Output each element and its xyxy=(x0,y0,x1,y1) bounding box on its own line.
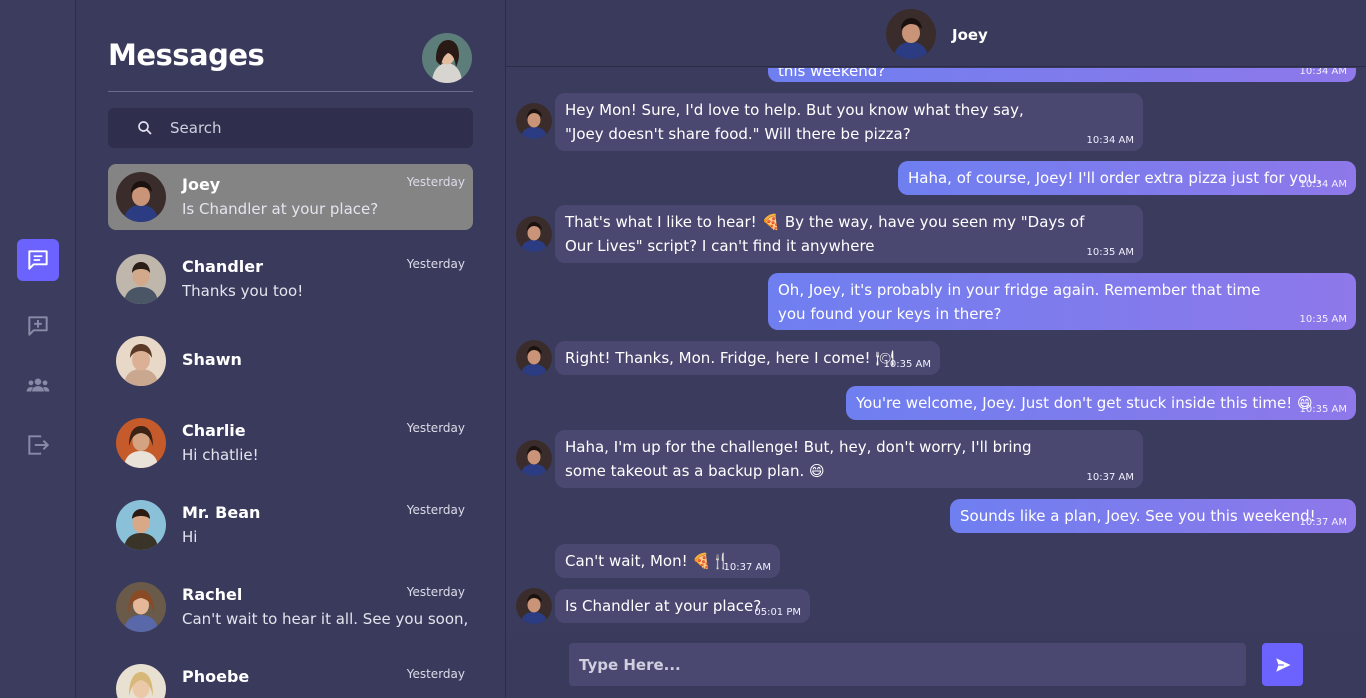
message-text: Hey Mon! Sure, I'd love to help. But you… xyxy=(565,101,1024,143)
conversation-time: Yesterday xyxy=(406,175,465,189)
divider xyxy=(108,91,473,92)
conversation-time: Yesterday xyxy=(406,585,465,599)
nav-new-chat-button[interactable] xyxy=(17,305,59,347)
message-text: You're welcome, Joey. Just don't get stu… xyxy=(856,394,1313,412)
message-time: 10:34 AM xyxy=(1299,68,1347,77)
contact-avatar[interactable] xyxy=(886,9,936,59)
search-placeholder: Search xyxy=(170,119,222,137)
message-time: 10:35 AM xyxy=(1299,404,1347,415)
message-incoming: Right! Thanks, Mon. Fridge, here I come!… xyxy=(555,341,940,375)
conversation-item-chandler[interactable]: Chandler Yesterday Thanks you too! xyxy=(108,246,473,312)
message-text: Right! Thanks, Mon. Fridge, here I come!… xyxy=(565,349,895,367)
conversation-preview: Thanks you too! xyxy=(182,282,304,300)
message-outgoing: Sounds like a plan, Joey. See you this w… xyxy=(950,499,1356,533)
message-time: 10:34 AM xyxy=(1086,135,1134,146)
avatar xyxy=(516,440,552,476)
conversation-time: Yesterday xyxy=(406,503,465,517)
message-text: Haha, of course, Joey! I'll order extra … xyxy=(908,169,1322,187)
conversation-name: Shawn xyxy=(182,350,242,369)
avatar xyxy=(116,418,166,468)
conversation-item-mr-bean[interactable]: Mr. Bean Yesterday Hi xyxy=(108,492,473,558)
search-icon xyxy=(138,121,152,135)
message-outgoing: Oh, Joey, it's probably in your fridge a… xyxy=(768,273,1356,330)
avatar xyxy=(516,103,552,139)
avatar xyxy=(516,588,552,624)
contact-name: Joey xyxy=(952,26,988,44)
group-icon xyxy=(26,378,50,392)
message-incoming: Can't wait, Mon! 🍕🍴 10:37 AM xyxy=(555,544,780,578)
message-outgoing: Haha, of course, Joey! I'll order extra … xyxy=(898,161,1356,195)
message-time: 10:35 AM xyxy=(1299,314,1347,325)
conversation-time: Yesterday xyxy=(406,257,465,271)
message-time: 10:34 AM xyxy=(1299,179,1347,190)
new-chat-icon xyxy=(28,316,48,336)
message-input[interactable]: Type Here... xyxy=(569,643,1246,686)
message-outgoing: this weekend? 10:34 AM xyxy=(768,68,1356,82)
avatar xyxy=(116,500,166,550)
message-incoming: That's what I like to hear! 🍕 By the way… xyxy=(555,205,1143,263)
message-time: 10:37 AM xyxy=(723,562,771,573)
conversation-name: Charlie xyxy=(182,421,246,440)
message-outgoing: You're welcome, Joey. Just don't get stu… xyxy=(846,386,1356,420)
nav-rail xyxy=(0,0,76,698)
conversation-item-phoebe[interactable]: Phoebe Yesterday xyxy=(108,656,473,698)
conversation-name: Mr. Bean xyxy=(182,503,261,522)
chat-bubble-icon xyxy=(28,250,48,270)
conversation-name: Phoebe xyxy=(182,667,250,686)
conversation-item-joey[interactable]: Joey Yesterday Is Chandler at your place… xyxy=(108,164,473,230)
nav-groups-button[interactable] xyxy=(17,364,59,406)
nav-logout-button[interactable] xyxy=(17,424,59,466)
conversation-preview: Hi chatlie! xyxy=(182,446,259,464)
message-text: this weekend? xyxy=(778,68,886,80)
avatar xyxy=(116,582,166,632)
user-avatar[interactable] xyxy=(422,33,472,83)
avatar xyxy=(116,254,166,304)
send-button[interactable] xyxy=(1262,643,1303,686)
avatar xyxy=(516,340,552,376)
conversation-name: Joey xyxy=(182,175,221,194)
nav-messages-button[interactable] xyxy=(17,239,59,281)
avatar xyxy=(116,336,166,386)
message-time: 10:35 AM xyxy=(1086,247,1134,258)
avatar xyxy=(116,172,166,222)
message-text: Sounds like a plan, Joey. See you this w… xyxy=(960,507,1316,525)
send-icon xyxy=(1275,657,1290,672)
message-time: 10:37 AM xyxy=(1299,517,1347,528)
message-time: 10:37 AM xyxy=(1086,472,1134,483)
message-time: 05:01 PM xyxy=(754,607,801,618)
conversation-item-rachel[interactable]: Rachel Yesterday Can't wait to hear it a… xyxy=(108,574,473,640)
conversation-time: Yesterday xyxy=(406,421,465,435)
message-text: Oh, Joey, it's probably in your fridge a… xyxy=(778,281,1261,323)
conversation-preview: Can't wait to hear it all. See you soon,… xyxy=(182,610,467,628)
conversation-time: Yesterday xyxy=(406,667,465,681)
message-incoming: Haha, I'm up for the challenge! But, hey… xyxy=(555,430,1143,488)
message-text: Haha, I'm up for the challenge! But, hey… xyxy=(565,438,1032,480)
message-text: That's what I like to hear! 🍕 By the way… xyxy=(565,213,1085,255)
composer: Type Here... xyxy=(506,633,1366,698)
avatar xyxy=(516,216,552,252)
chat-header: Joey xyxy=(506,0,1366,67)
message-incoming: Is Chandler at your place? 05:01 PM xyxy=(555,589,810,623)
conversation-name: Rachel xyxy=(182,585,243,604)
conversation-name: Chandler xyxy=(182,257,263,276)
conversation-preview: Hi xyxy=(182,528,198,546)
conversations-panel: Messages Search Joey Yesterday Is Chandl… xyxy=(76,0,506,698)
conversation-item-shawn[interactable]: Shawn xyxy=(108,328,473,394)
conversation-item-charlie[interactable]: Charlie Yesterday Hi chatlie! xyxy=(108,410,473,476)
message-list: this weekend? 10:34 AM Hey Mon! Sure, I'… xyxy=(506,68,1366,633)
search-input[interactable]: Search xyxy=(108,108,473,148)
message-incoming: Hey Mon! Sure, I'd love to help. But you… xyxy=(555,93,1143,151)
message-time: 10:35 AM xyxy=(883,359,931,370)
avatar-image-icon xyxy=(422,33,472,83)
page-title: Messages xyxy=(108,38,265,72)
logout-icon xyxy=(28,435,50,455)
conversation-preview: Is Chandler at your place? xyxy=(182,200,379,218)
avatar xyxy=(116,664,166,698)
